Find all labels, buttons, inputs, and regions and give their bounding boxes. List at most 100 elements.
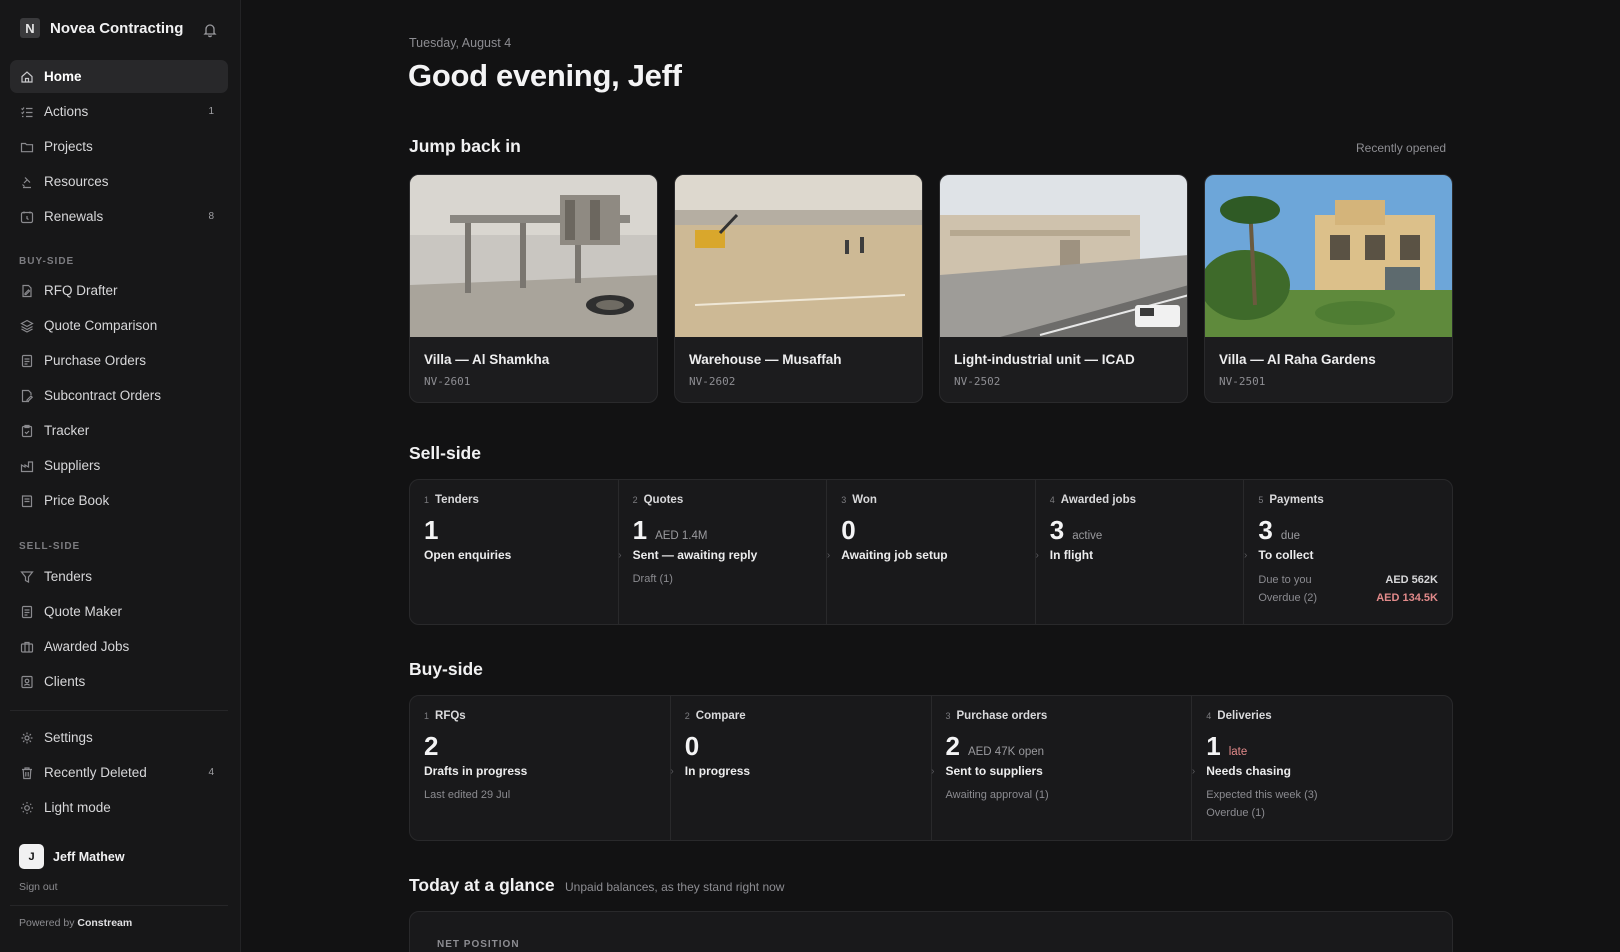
net-position-panel: NET POSITION — [409, 911, 1453, 952]
user-profile[interactable]: J Jeff Mathew — [19, 844, 125, 869]
sidebar-item-label: Actions — [44, 104, 89, 119]
sidebar-item-renewals[interactable]: Renewals 8 — [10, 200, 228, 233]
sidebar-item-label: Light mode — [44, 800, 111, 815]
sidebar-item-recently-deleted[interactable]: Recently Deleted 4 — [10, 756, 228, 789]
sidebar-item-awarded-jobs[interactable]: Awarded Jobs — [10, 630, 228, 663]
payment-row-overdue: Overdue (2) AED 134.5K — [1258, 592, 1438, 604]
bell-icon[interactable] — [202, 22, 218, 38]
project-card[interactable]: Villa — Al Shamkha NV-2601 — [409, 174, 658, 403]
pipeline-stage-deliveries[interactable]: 4 Deliveries 1 late Needs chasing Expected… — [1192, 696, 1452, 840]
sidebar-item-quote-maker[interactable]: Quote Maker — [10, 595, 228, 628]
project-card[interactable]: Villa — Al Raha Gardens NV-2501 — [1204, 174, 1453, 403]
user-name: Jeff Mathew — [53, 849, 125, 864]
project-title: Warehouse — Musaffah — [689, 352, 842, 367]
net-position-label: NET POSITION — [437, 939, 520, 950]
stage-label: In flight — [1049, 548, 1094, 562]
factory-icon — [20, 460, 34, 472]
pipeline-stage-rfqs[interactable]: 1 RFQs 2 Drafts in progress Last edited 2… — [410, 696, 674, 840]
sell-side-title: Sell-side — [409, 443, 481, 463]
recent-projects: Villa — Al Shamkha NV-2601 Warehouse — M… — [409, 174, 1453, 403]
powered-by-prefix: Powered by — [19, 917, 75, 929]
stage-number: 1 — [424, 495, 430, 505]
current-date: Tuesday, August 4 — [409, 36, 512, 50]
payment-row-amount: AED 134.5K — [1376, 592, 1438, 604]
funnel-icon — [20, 570, 34, 583]
sidebar-item-suppliers[interactable]: Suppliers — [10, 449, 228, 482]
stage-number: 2 — [684, 711, 690, 721]
sidebar-item-label: Subcontract Orders — [44, 388, 162, 403]
stage-aux: AED 47K open — [967, 746, 1045, 758]
sidebar-item-rfq-drafter[interactable]: RFQ Drafter — [10, 274, 228, 307]
sidebar-item-label: Tenders — [44, 569, 93, 584]
sidebar-item-resources[interactable]: Resources — [10, 165, 228, 198]
powered-by-brand[interactable]: Constream — [77, 917, 132, 929]
stage-label: Open enquiries — [424, 548, 512, 562]
sidebar-item-actions[interactable]: Actions 1 — [10, 95, 228, 128]
sidebar-item-settings[interactable]: Settings — [10, 721, 228, 754]
stage-label: To collect — [1258, 548, 1314, 562]
pipeline-stage-purchase-orders[interactable]: 3 Purchase orders 2 AED 47K open Sent to s… — [932, 696, 1195, 840]
sidebar-item-home[interactable]: Home — [10, 60, 228, 93]
sidebar-item-clients[interactable]: Clients — [10, 665, 228, 698]
trash-icon — [22, 766, 32, 779]
stage-aux: active — [1072, 530, 1103, 542]
hammer-icon — [22, 176, 31, 188]
stage-name: Awarded jobs — [1060, 494, 1136, 506]
stage-number: 4 — [1206, 711, 1212, 721]
document-pen-icon — [22, 284, 32, 297]
count-badge: 1 — [208, 106, 214, 117]
pipeline-stage-awarded-jobs[interactable]: 4 Awarded jobs 3 active In flight › — [1036, 480, 1248, 624]
sidebar-item-label: Home — [44, 69, 82, 84]
sidebar-item-tenders[interactable]: Tenders — [10, 560, 228, 593]
sidebar-divider — [10, 905, 228, 906]
sign-out-link[interactable]: Sign out — [19, 881, 58, 893]
buy-side-pipeline: 1 RFQs 2 Drafts in progress Last edited 2… — [409, 695, 1453, 841]
payment-row-amount: AED 562K — [1385, 574, 1438, 586]
main-nav: Home Actions 1 Projects Resources Renewa… — [10, 60, 228, 235]
sidebar-item-quote-comparison[interactable]: Quote Comparison — [10, 309, 228, 342]
payment-row-due: Due to you AED 562K — [1258, 574, 1438, 586]
pipeline-stage-compare[interactable]: 2 Compare 0 In progress › — [671, 696, 935, 840]
stage-number: 2 — [632, 495, 638, 505]
sidebar-item-purchase-orders[interactable]: Purchase Orders — [10, 344, 228, 377]
jump-back-in-title: Jump back in — [409, 136, 521, 156]
folder-icon — [20, 142, 34, 152]
sidebar-item-label: Renewals — [44, 209, 104, 224]
checklist-icon — [21, 106, 33, 117]
stage-value: 2 — [424, 731, 439, 761]
avatar: J — [19, 844, 44, 869]
sidebar-item-light-mode[interactable]: Light mode — [10, 791, 228, 824]
project-card[interactable]: Warehouse — Musaffah NV-2602 — [674, 174, 923, 403]
sidebar-item-price-book[interactable]: Price Book — [10, 484, 228, 517]
stage-aux: AED 1.4M — [655, 530, 708, 542]
project-photo — [1205, 175, 1452, 337]
stage-detail: Expected this week (3) — [1206, 789, 1318, 801]
sidebar-item-projects[interactable]: Projects — [10, 130, 228, 163]
chevron-right-icon: › — [931, 766, 935, 777]
recently-opened-label: Recently opened — [1356, 141, 1447, 155]
sidebar-item-subcontract-orders[interactable]: Subcontract Orders — [10, 379, 228, 412]
document-icon — [21, 354, 33, 367]
sidebar-item-label: Clients — [44, 674, 86, 689]
today-at-a-glance-subtitle: Unpaid balances, as they stand right now — [565, 880, 785, 894]
brand[interactable]: N Novea Contracting — [20, 18, 183, 38]
sun-icon — [21, 801, 33, 814]
pipeline-stage-tenders[interactable]: 1 Tenders 1 Open enquiries › — [410, 480, 622, 624]
stage-name: Purchase orders — [956, 710, 1048, 722]
project-card[interactable]: Light-industrial unit — ICAD NV-2502 — [939, 174, 1188, 403]
sidebar-item-tracker[interactable]: Tracker — [10, 414, 228, 447]
sidebar-item-label: Settings — [44, 730, 93, 745]
sidebar-item-label: Resources — [44, 174, 109, 189]
chevron-right-icon: › — [1244, 550, 1248, 561]
document-icon — [21, 605, 33, 618]
pipeline-stage-quotes[interactable]: 2 Quotes 1 AED 1.4M Sent — awaiting reply … — [619, 480, 830, 624]
pipeline-stage-payments[interactable]: 5 Payments 3 due To collect Due to you AED… — [1244, 480, 1452, 624]
count-badge: 4 — [208, 767, 214, 778]
brand-name: Novea Contracting — [50, 19, 184, 37]
stage-label: Needs chasing — [1206, 764, 1291, 778]
brand-logo-icon: N — [20, 18, 40, 38]
stage-value: 1 — [1206, 731, 1221, 761]
project-code: NV-2601 — [424, 375, 471, 388]
stage-value: 0 — [841, 515, 856, 545]
pipeline-stage-won[interactable]: 3 Won 0 Awaiting job setup › — [827, 480, 1039, 624]
